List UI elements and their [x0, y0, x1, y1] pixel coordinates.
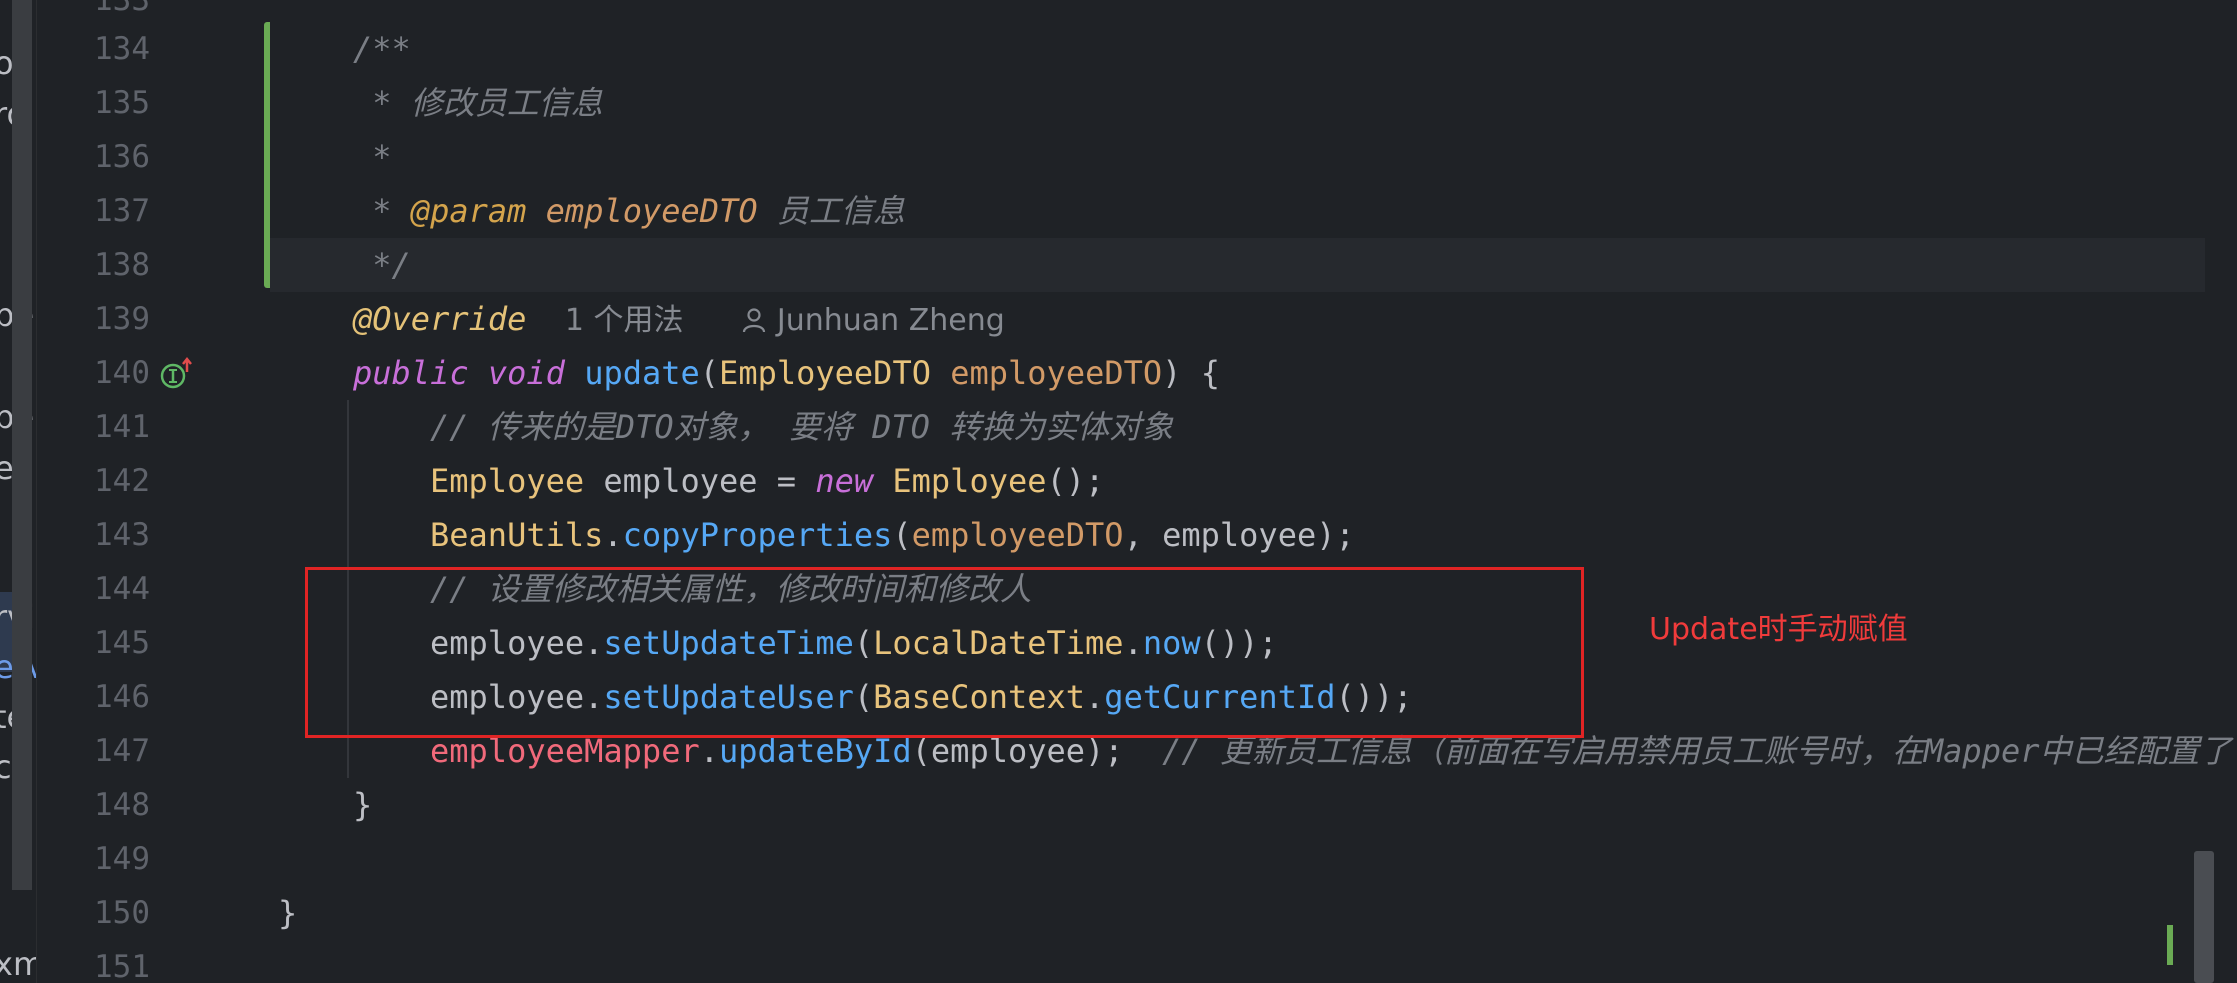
code-line-143: BeanUtils.copyProperties(employeeDTO, em…	[430, 516, 1355, 554]
javadoc-param-tag: @param	[410, 192, 527, 230]
line-number: 142	[94, 463, 150, 499]
implements-method-icon[interactable]	[157, 356, 193, 392]
code-line-135: * 修改员工信息	[353, 84, 603, 122]
javadoc-param-desc: 员工信息	[776, 192, 905, 230]
current-line-highlight	[270, 238, 2205, 292]
line-number: 136	[94, 139, 150, 175]
code-line-134: /**	[353, 22, 411, 76]
line-number: 139	[94, 301, 150, 337]
code-line-139: @Override 1 个用法 Junhuan Zheng	[353, 292, 1005, 346]
method-name: update	[584, 354, 700, 392]
annotation-highlight-box	[305, 567, 1584, 738]
project-item-fragment[interactable]: xm	[0, 945, 36, 983]
ide-window: oll rol per pe er rvi erv te ce xm 133 1…	[0, 0, 2237, 983]
code-line-150: }	[278, 894, 298, 932]
author-inlay-hint[interactable]: Junhuan Zheng	[741, 303, 1005, 338]
javadoc-end: */	[353, 246, 411, 284]
editor-gutter: 133 134 135 136 137 138 139 140 141 142 …	[37, 0, 273, 983]
editor-vertical-scrollbar[interactable]	[2194, 851, 2214, 983]
line-number: 141	[94, 409, 150, 445]
code-line-141: // 传来的是DTO对象， 要将 DTO 转换为实体对象	[430, 408, 1174, 446]
line-number: 144	[94, 571, 150, 607]
code-line-140: public void update(EmployeeDTO employeeD…	[353, 354, 1220, 392]
line-number: 138	[94, 247, 150, 283]
javadoc-description: 修改员工信息	[410, 84, 603, 122]
javadoc-param-name: employeeDTO	[545, 192, 758, 230]
code-line-142: Employee employee = new Employee();	[430, 462, 1105, 500]
code-line-148: }	[353, 786, 373, 824]
javadoc-start: /**	[353, 30, 411, 68]
person-icon	[743, 308, 766, 333]
code-line-138: */	[353, 238, 411, 292]
line-number: 146	[94, 679, 150, 715]
line-number: 140	[94, 355, 150, 391]
vcs-change-marker-right[interactable]	[2167, 925, 2173, 965]
line-number: 148	[94, 787, 150, 823]
code-line-136: *	[353, 138, 392, 176]
line-number: 151	[94, 949, 150, 983]
author-name: Junhuan Zheng	[776, 303, 1005, 338]
project-tool-window: oll rol per pe er rvi erv te ce xm	[0, 0, 37, 983]
line-number: 134	[94, 31, 150, 67]
line-number: 145	[94, 625, 150, 661]
line-number: 143	[94, 517, 150, 553]
code-editor[interactable]: /** * 修改员工信息 * * @param employeeDTO 员工信息…	[270, 0, 2237, 983]
override-annotation: @Override	[353, 300, 527, 338]
line-number: 150	[94, 895, 150, 931]
project-panel-scrollbar[interactable]	[12, 0, 32, 890]
line-number: 149	[94, 841, 150, 877]
usages-inlay-hint[interactable]: 1 个用法	[565, 303, 684, 338]
annotation-note: Update时手动赋值	[1649, 612, 1908, 647]
line-number: 147	[94, 733, 150, 769]
line-number: 135	[94, 85, 150, 121]
code-line-137: * @param employeeDTO 员工信息	[353, 192, 905, 230]
line-number: 137	[94, 193, 150, 229]
